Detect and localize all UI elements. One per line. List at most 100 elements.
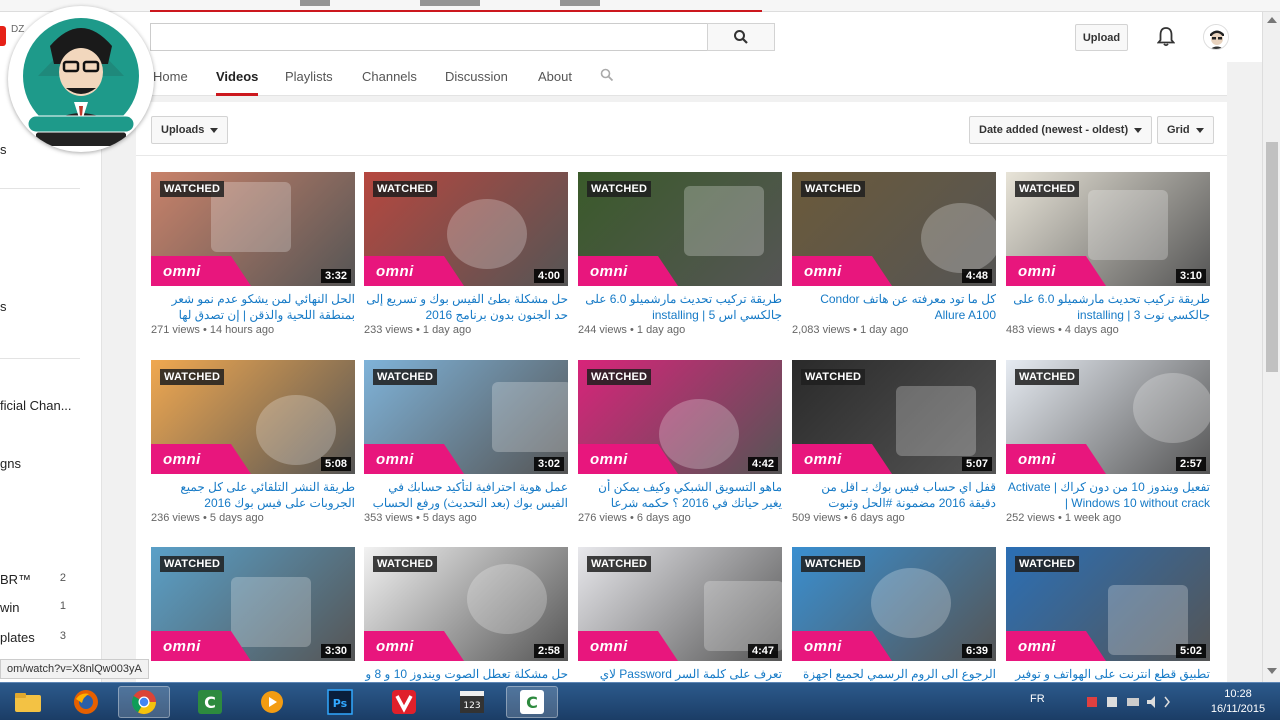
scrollbar-thumb[interactable] — [1266, 142, 1278, 372]
tab-about[interactable]: About — [538, 69, 572, 96]
omni-brand-label: omni — [590, 637, 628, 655]
notifications-button[interactable] — [1155, 25, 1177, 49]
video-thumbnail[interactable]: WATCHED omni 4:00 — [364, 172, 568, 286]
search-button[interactable] — [707, 23, 775, 51]
guide-item[interactable]: win 1 — [0, 600, 100, 615]
video-meta: 233 views • 1 day ago — [364, 324, 568, 336]
youtube-logo[interactable] — [0, 26, 6, 46]
video-title[interactable]: ماهو التسويق الشبكي وكيف يمكن أن يغير حي… — [578, 479, 782, 511]
browser-top-strip — [0, 0, 1280, 13]
video-card[interactable]: WATCHED omni 3:02 عمل هوية احترافية لتأكيد … — [364, 360, 568, 524]
view-dropdown[interactable]: Grid — [1157, 116, 1214, 144]
upload-age: 14 hours ago — [209, 324, 275, 336]
video-duration: 4:47 — [747, 644, 778, 658]
thumbnail-art — [447, 199, 527, 269]
view-count: 271 views — [151, 324, 200, 336]
bell-icon — [1157, 27, 1175, 47]
video-card[interactable]: WATCHED omni 4:48 كل ما تود معرفته عن هاتف … — [792, 172, 996, 336]
video-thumbnail[interactable]: WATCHED omni 2:57 — [1006, 360, 1210, 474]
clock[interactable]: 10:28 16/11/2015 — [1200, 687, 1276, 717]
omni-ribbon: omni — [578, 256, 678, 286]
svg-text:C: C — [526, 693, 538, 712]
search-icon — [734, 30, 748, 44]
video-thumbnail[interactable]: WATCHED omni 5:08 — [151, 360, 355, 474]
video-card[interactable]: WATCHED omni 4:42 ماهو التسويق الشبكي وكيف … — [578, 360, 782, 524]
video-title[interactable]: الحل النهائي لمن يشكو عدم نمو شعر بمنطقة… — [151, 291, 355, 323]
video-title[interactable]: كل ما تود معرفته عن هاتف Condor Allure A… — [792, 291, 996, 323]
video-card[interactable]: WATCHED omni 5:08 طريقة النشر التلقائي على … — [151, 360, 355, 524]
tab-playlists[interactable]: Playlists — [285, 69, 333, 96]
video-card[interactable]: WATCHED omni 4:00 حل مشكلة بطئ الفيس بوك و … — [364, 172, 568, 336]
system-tray-icons[interactable] — [1085, 694, 1175, 710]
sort-dropdown[interactable]: Date added (newest - oldest) — [969, 116, 1153, 144]
thumbnail-art — [1133, 373, 1210, 443]
meta-separator: • — [1054, 324, 1065, 336]
language-indicator[interactable]: FR — [1030, 693, 1045, 705]
video-editor-icon[interactable]: 123 — [446, 686, 498, 718]
media-player-icon[interactable] — [246, 686, 298, 718]
video-title[interactable]: تفعيل ويندوز 10 من دون كراك | Activate W… — [1006, 479, 1210, 511]
guide-item[interactable]: s — [0, 299, 100, 314]
video-card[interactable]: WATCHED omni 5:02 تطبيق قطع انترنت على الهو… — [1006, 547, 1210, 698]
video-card[interactable]: WATCHED omni 3:32 الحل النهائي لمن يشكو عدم… — [151, 172, 355, 336]
search-input[interactable] — [150, 23, 708, 51]
video-thumbnail[interactable]: WATCHED omni 5:07 — [792, 360, 996, 474]
video-card[interactable]: WATCHED omni 5:07 قفل اي حساب فيس بوك بـ اق… — [792, 360, 996, 524]
video-card[interactable]: WATCHED omni 4:47 تعرف على كلمة السر Passwo… — [578, 547, 782, 698]
video-thumbnail[interactable]: WATCHED omni 3:10 — [1006, 172, 1210, 286]
view-count: 509 views — [792, 512, 841, 524]
video-title[interactable]: طريقة النشر التلقائي على كل جميع الجروبا… — [151, 479, 355, 511]
camtasia-recorder-icon[interactable]: C — [506, 686, 558, 718]
video-thumbnail[interactable]: WATCHED omni 2:58 — [364, 547, 568, 661]
scroll-down-icon[interactable] — [1267, 668, 1277, 674]
video-card[interactable]: WATCHED omni 2:57 تفعيل ويندوز 10 من دون كر… — [1006, 360, 1210, 524]
video-thumbnail[interactable]: WATCHED omni 3:32 — [151, 172, 355, 286]
upload-button[interactable]: Upload — [1075, 24, 1128, 51]
page-scrollbar[interactable] — [1262, 12, 1280, 682]
guide-item-label: plates — [0, 630, 35, 645]
tab-home[interactable]: Home — [153, 69, 188, 96]
chrome-icon[interactable] — [118, 686, 170, 718]
video-title[interactable]: عمل هوية احترافية لتأكيد حسابك في الفيس … — [364, 479, 568, 511]
masthead: DZ Upload — [0, 12, 1262, 62]
video-title[interactable]: طريقة تركيب تحديث مارشميلو 6.0 على جالكس… — [578, 291, 782, 323]
uploads-dropdown[interactable]: Uploads — [151, 116, 229, 144]
guide-item-count: 3 — [59, 630, 66, 642]
video-duration: 4:00 — [533, 269, 564, 283]
scroll-up-icon[interactable] — [1267, 17, 1277, 23]
video-thumbnail[interactable]: WATCHED omni 5:02 — [1006, 547, 1210, 661]
video-title[interactable]: حل مشكلة بطئ الفيس بوك و تسريع إلى حد ال… — [364, 291, 568, 323]
video-card[interactable]: WATCHED omni 3:30 — [151, 547, 355, 698]
photoshop-icon[interactable]: Ps — [314, 686, 366, 718]
channel-search-button[interactable] — [600, 68, 614, 87]
video-thumbnail[interactable]: WATCHED omni 4:47 — [578, 547, 782, 661]
watched-badge: WATCHED — [801, 556, 866, 572]
explorer-icon[interactable] — [2, 686, 54, 718]
meta-separator: • — [1054, 512, 1065, 524]
video-thumbnail[interactable]: WATCHED omni — [578, 172, 782, 286]
video-card[interactable]: WATCHED omni 3:10 طريقة تركيب تحديث مارشميل… — [1006, 172, 1210, 336]
tab-videos[interactable]: Videos — [216, 69, 259, 96]
firefox-icon[interactable] — [60, 686, 112, 718]
tab-channels[interactable]: Channels — [362, 69, 417, 96]
video-title[interactable]: قفل اي حساب فيس بوك بـ اقل من دقيقة 2016… — [792, 479, 996, 511]
guide-item[interactable]: gns — [0, 456, 100, 471]
video-card[interactable]: WATCHED omni 2:58 حل مشكلة تعطل الصوت ويندو… — [364, 547, 568, 698]
video-card[interactable]: WATCHED omni 6:39 الرجوع الى الروم الرسمي ل… — [792, 547, 996, 698]
guide-item[interactable]: plates 3 — [0, 630, 100, 645]
vivaldi-icon[interactable] — [378, 686, 430, 718]
camtasia-icon[interactable]: C — [184, 686, 236, 718]
video-thumbnail[interactable]: WATCHED omni 4:42 — [578, 360, 782, 474]
video-thumbnail[interactable]: WATCHED omni 3:02 — [364, 360, 568, 474]
video-meta: 2,083 views • 1 day ago — [792, 324, 996, 336]
meta-separator: • — [199, 512, 210, 524]
guide-item[interactable]: BR™ 2 — [0, 572, 100, 587]
video-card[interactable]: WATCHED omni طريقة تركيب تحديث مارشميلو 6.… — [578, 172, 782, 336]
video-thumbnail[interactable]: WATCHED omni 3:30 — [151, 547, 355, 661]
tab-discussion[interactable]: Discussion — [445, 69, 508, 96]
guide-item[interactable]: ficial Chan... — [0, 398, 100, 413]
video-thumbnail[interactable]: WATCHED omni 4:48 — [792, 172, 996, 286]
video-title[interactable]: طريقة تركيب تحديث مارشميلو 6.0 على جالكس… — [1006, 291, 1210, 323]
video-thumbnail[interactable]: WATCHED omni 6:39 — [792, 547, 996, 661]
account-avatar[interactable] — [1203, 24, 1229, 50]
